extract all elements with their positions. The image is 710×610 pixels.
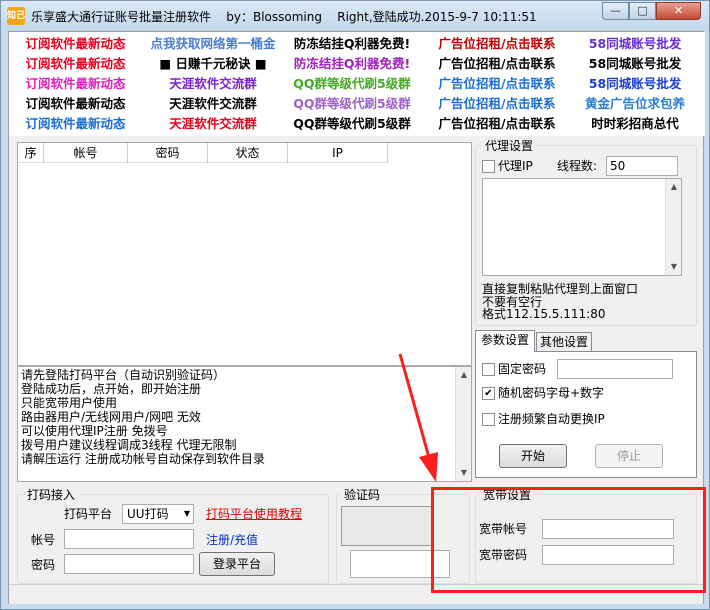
tutorial-link[interactable]: 打码平台使用教程 xyxy=(206,506,302,522)
ad-link[interactable]: 时时彩招商总代 xyxy=(575,114,695,134)
random-password-label: 随机密码字母+数字 xyxy=(498,386,605,400)
proxy-hint-1: 直接复制粘贴代理到上面窗口 xyxy=(482,282,639,296)
ad-link[interactable]: 防冻结挂Q利器免费! xyxy=(287,54,417,74)
ad-link[interactable]: 点我获取网络第一桶金 xyxy=(146,34,280,54)
tab-other[interactable]: 其他设置 xyxy=(536,332,592,352)
ad-link[interactable]: 天涯软件交流群 xyxy=(146,74,280,94)
ad-link[interactable]: 58同城账号批发 xyxy=(575,54,695,74)
ad-link[interactable]: 广告位招租/点击联系 xyxy=(427,74,567,94)
broadband-account-label: 宽带帐号 xyxy=(479,522,528,536)
ad-link[interactable]: 天涯软件交流群 xyxy=(146,94,280,114)
app-icon: 知己 xyxy=(7,7,25,25)
window-title: 乐享盛大通行证账号批量注册软件 by：Blossoming Right,登陆成功… xyxy=(31,10,537,24)
broadband-password-input[interactable] xyxy=(542,545,674,565)
captcha-image xyxy=(341,506,433,546)
start-button[interactable]: 开始 xyxy=(499,444,567,468)
column-header-account[interactable]: 帐号 xyxy=(44,143,128,163)
threads-label: 线程数: xyxy=(557,159,598,173)
broadband-account-input[interactable] xyxy=(542,519,674,539)
fixed-password-label: 固定密码 xyxy=(498,362,547,376)
ad-link[interactable]: QQ群等级代刷5级群 xyxy=(287,114,417,134)
platform-account-label: 帐号 xyxy=(31,533,56,547)
register-recharge-link[interactable]: 注册/充值 xyxy=(206,532,258,548)
threads-input[interactable]: 50 xyxy=(606,156,678,176)
captcha-input[interactable] xyxy=(350,550,450,578)
ad-link[interactable]: 广告位招租/点击联系 xyxy=(427,94,567,114)
client-area: 订阅软件最新动态 点我获取网络第一桶金 防冻结挂Q利器免费! 广告位招租/点击联系 58… xyxy=(8,31,705,604)
captcha-legend: 验证码 xyxy=(341,488,384,502)
ad-links-area: 订阅软件最新动态 点我获取网络第一桶金 防冻结挂Q利器免费! 广告位招租/点击联系 58… xyxy=(9,32,705,136)
broadband-settings-group: 宽带设置 xyxy=(475,488,697,584)
ad-link[interactable]: 订阅软件最新动态 xyxy=(13,74,138,94)
broadband-settings-legend: 宽带设置 xyxy=(480,488,535,502)
proxy-list-textarea[interactable]: ▲ ▼ xyxy=(482,178,682,276)
platform-select[interactable]: UU打码 ▼ xyxy=(122,504,194,524)
ad-link[interactable]: 天涯软件交流群 xyxy=(146,114,280,134)
platform-account-input[interactable] xyxy=(64,529,194,549)
app-window: 知己 乐享盛大通行证账号批量注册软件 by：Blossoming Right,登… xyxy=(0,0,710,610)
scroll-down-arrow-icon[interactable]: ▼ xyxy=(666,259,682,275)
proxy-settings-legend: 代理设置 xyxy=(482,139,537,153)
title-bar: 知己 乐享盛大通行证账号批量注册软件 by：Blossoming Right,登… xyxy=(1,1,709,31)
ad-link[interactable]: 广告位招租/点击联系 xyxy=(427,54,567,74)
ad-link[interactable]: 广告位招租/点击联系 xyxy=(427,114,567,134)
account-grid[interactable]: 序 帐号 密码 状态 IP xyxy=(17,142,472,366)
ad-link[interactable]: ■ 日赚千元秘诀 ■ xyxy=(146,54,280,74)
log-scrollbar[interactable]: ▲ ▼ xyxy=(455,367,471,481)
ad-link[interactable]: 58同城账号批发 xyxy=(575,74,695,94)
fixed-password-checkbox[interactable] xyxy=(482,363,495,376)
column-header-password[interactable]: 密码 xyxy=(128,143,208,163)
proxy-hint-3: 格式112.15.5.111:80 xyxy=(482,307,606,321)
ad-link[interactable]: 订阅软件最新动态 xyxy=(13,114,138,134)
column-header-index[interactable]: 序 xyxy=(18,143,44,163)
platform-password-input[interactable] xyxy=(64,554,194,574)
ad-link[interactable]: 订阅软件最新动态 xyxy=(13,94,138,114)
auto-change-ip-label: 注册频繁自动更换IP xyxy=(498,412,605,426)
annotation-arrow-icon xyxy=(398,353,438,482)
ad-link[interactable]: 防冻结挂Q利器免费! xyxy=(287,34,417,54)
captcha-login-legend: 打码接入 xyxy=(24,488,79,502)
platform-password-label: 密码 xyxy=(31,558,56,572)
ad-link[interactable]: 58同城账号批发 xyxy=(575,34,695,54)
ad-link[interactable]: 订阅软件最新动态 xyxy=(13,54,138,74)
broadband-password-label: 宽带密码 xyxy=(479,548,528,562)
platform-label: 打码平台 xyxy=(64,507,113,521)
scroll-down-arrow-icon[interactable]: ▼ xyxy=(456,465,472,481)
tab-params[interactable]: 参数设置 xyxy=(475,330,535,352)
auto-change-ip-checkbox[interactable] xyxy=(482,413,495,426)
platform-select-value: UU打码 xyxy=(127,507,169,521)
ad-link[interactable]: 广告位招租/点击联系 xyxy=(427,34,567,54)
proxy-list-scrollbar[interactable]: ▲ ▼ xyxy=(665,179,681,275)
use-proxy-checkbox[interactable] xyxy=(482,160,495,173)
ad-link[interactable]: QQ群等级代刷5级群 xyxy=(287,94,417,114)
column-header-ip[interactable]: IP xyxy=(288,143,388,163)
column-header-status[interactable]: 状态 xyxy=(208,143,288,163)
status-bar xyxy=(9,584,703,604)
login-platform-button[interactable]: 登录平台 xyxy=(199,552,275,576)
grid-header: 序 帐号 密码 状态 IP xyxy=(18,143,388,163)
ad-link[interactable]: 订阅软件最新动态 xyxy=(13,34,138,54)
close-button[interactable]: ✕ xyxy=(656,2,701,20)
fixed-password-input[interactable] xyxy=(557,359,673,379)
chevron-down-icon: ▼ xyxy=(183,509,190,518)
use-proxy-label: 代理IP xyxy=(498,159,533,173)
ad-link[interactable]: 黄金广告位求包养 xyxy=(575,94,695,114)
minimize-button[interactable]: — xyxy=(602,2,629,20)
scroll-up-arrow-icon[interactable]: ▲ xyxy=(456,367,472,383)
random-password-checkbox[interactable]: ✔ xyxy=(482,387,495,400)
stop-button[interactable]: 停止 xyxy=(595,444,663,468)
scroll-up-arrow-icon[interactable]: ▲ xyxy=(666,179,682,195)
ad-link[interactable]: QQ群等级代刷5级群 xyxy=(287,74,417,94)
maximize-button[interactable]: □ xyxy=(629,2,656,20)
